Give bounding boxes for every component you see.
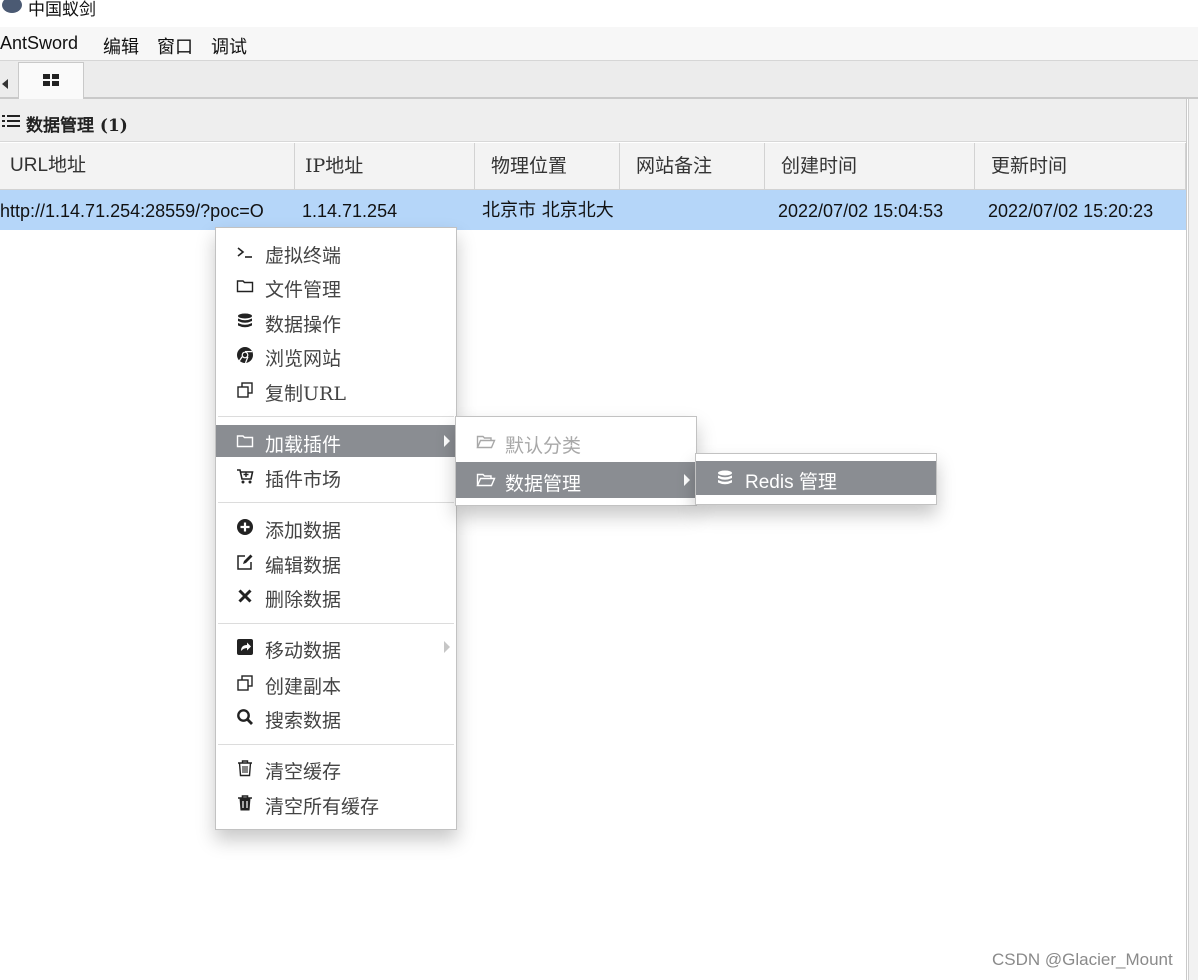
plus-circle-icon — [236, 518, 254, 536]
chrome-icon — [236, 346, 254, 364]
submenu-arrow-icon — [444, 435, 450, 447]
menu-debug[interactable]: 调试 — [211, 33, 247, 59]
menu-item-file-manager[interactable]: 文件管理 — [216, 270, 456, 302]
database-icon — [236, 312, 254, 330]
column-header-location[interactable]: 物理位置 — [475, 143, 620, 189]
menu-item-label: 虚拟终端 — [265, 245, 342, 267]
column-header-note[interactable]: 网站备注 — [620, 143, 765, 189]
cell-ip: 1.14.71.254 — [302, 201, 398, 221]
window-title: 中国蚁剑 — [28, 0, 96, 19]
menu-item-label: 复制URL — [265, 383, 346, 405]
cell-url: http://1.14.71.254:28559/?poc=O — [0, 201, 264, 221]
menu-separator — [218, 502, 454, 503]
copy-icon — [236, 674, 254, 692]
table-header: URL地址 IP地址 物理位置 网站备注 创建时间 更新时间 — [0, 143, 1186, 190]
menu-separator — [218, 623, 454, 624]
share-icon — [236, 638, 254, 656]
close-icon — [236, 587, 254, 605]
menu-item-label: 加载插件 — [265, 434, 342, 456]
menu-item-label: 删除数据 — [265, 589, 342, 611]
menu-item-terminal[interactable]: 虚拟终端 — [216, 236, 456, 268]
column-header-updated[interactable]: 更新时间 — [975, 143, 1186, 189]
tab-home[interactable] — [18, 62, 84, 99]
menu-item-label: 文件管理 — [265, 279, 342, 301]
menu-antsword[interactable]: AntSword — [0, 33, 78, 54]
tab-scroll-left-icon[interactable] — [2, 79, 8, 89]
menu-item-create-copy[interactable]: 创建副本 — [216, 667, 456, 699]
list-icon — [2, 115, 20, 129]
menu-item-clear-all-cache[interactable]: 清空所有缓存 — [216, 787, 456, 819]
panel-header: 数据管理 (1) — [0, 99, 1186, 142]
menu-separator — [218, 744, 454, 745]
submenu-item-data-management[interactable]: 数据管理 — [456, 462, 696, 498]
plugin-submenu: 默认分类 数据管理 — [455, 416, 697, 506]
cell-created: 2022/07/02 15:04:53 — [778, 201, 944, 221]
cell-updated: 2022/07/02 15:20:23 — [988, 201, 1154, 221]
menu-item-load-plugin[interactable]: 加载插件 — [216, 425, 456, 457]
menu-item-label: 浏览网站 — [265, 348, 342, 370]
cell-location: 北京市 北京北大 — [482, 200, 614, 221]
menu-item-label: 数据管理 — [505, 473, 582, 495]
data-management-panel: 数据管理 (1) URL地址 IP地址 物理位置 网站备注 创建时间 更新时间 … — [0, 99, 1187, 980]
menu-item-browse-site[interactable]: 浏览网站 — [216, 339, 456, 371]
folder-icon — [236, 432, 254, 450]
menu-separator — [218, 416, 454, 417]
vertical-scrollbar[interactable] — [1188, 99, 1198, 980]
trash-icon — [236, 794, 254, 812]
menu-item-label: 添加数据 — [265, 520, 342, 542]
data-management-submenu: Redis 管理 — [695, 453, 937, 505]
menu-item-move-data[interactable]: 移动数据 — [216, 631, 456, 663]
menu-item-search-data[interactable]: 搜索数据 — [216, 701, 456, 733]
menu-item-label: 清空所有缓存 — [265, 796, 380, 818]
menu-bar: AntSword 编辑 窗口 调试 — [0, 27, 1198, 61]
menu-item-database[interactable]: 数据操作 — [216, 305, 456, 337]
antsword-logo-icon — [2, 0, 22, 13]
menu-item-clear-cache[interactable]: 清空缓存 — [216, 752, 456, 784]
submenu-arrow-icon — [684, 474, 690, 486]
menu-item-label: 搜索数据 — [265, 710, 342, 732]
column-header-created[interactable]: 创建时间 — [765, 143, 975, 189]
cell-note — [628, 190, 763, 230]
menu-item-label: 插件市场 — [265, 469, 342, 491]
table-row[interactable]: http://1.14.71.254:28559/?poc=O 1.14.71.… — [0, 190, 1186, 230]
folder-open-icon — [476, 433, 496, 451]
menu-item-add-data[interactable]: 添加数据 — [216, 511, 456, 543]
submenu-arrow-icon — [444, 641, 450, 653]
submenu-item-default-category[interactable]: 默认分类 — [456, 426, 696, 458]
copy-icon — [236, 381, 254, 399]
tab-bar — [0, 61, 1198, 99]
context-menu: 虚拟终端 文件管理 数据操作 浏览网站 复制URL 加载插件 插件市场 添加数据… — [215, 227, 457, 830]
menu-edit[interactable]: 编辑 — [103, 33, 139, 59]
cart-icon — [236, 467, 254, 485]
menu-item-label: 数据操作 — [265, 314, 342, 336]
menu-item-plugin-market[interactable]: 插件市场 — [216, 460, 456, 492]
grid-icon — [43, 74, 59, 86]
watermark: CSDN @Glacier_Mount — [992, 950, 1173, 969]
terminal-icon — [236, 243, 254, 261]
menu-item-label: Redis 管理 — [745, 472, 837, 493]
panel-title: 数据管理 (1) — [26, 116, 128, 136]
column-header-url[interactable]: URL地址 — [0, 143, 295, 189]
menu-item-label: 编辑数据 — [265, 555, 342, 577]
edit-icon — [236, 553, 254, 571]
column-header-ip[interactable]: IP地址 — [295, 143, 475, 189]
menu-window[interactable]: 窗口 — [157, 33, 193, 59]
menu-item-label: 清空缓存 — [265, 761, 342, 783]
search-icon — [236, 708, 254, 726]
menu-item-label: 默认分类 — [505, 435, 582, 457]
menu-item-copy-url[interactable]: 复制URL — [216, 374, 456, 406]
folder-open-icon — [476, 471, 496, 489]
menu-item-edit-data[interactable]: 编辑数据 — [216, 546, 456, 578]
menu-item-label: 移动数据 — [265, 640, 342, 662]
menu-item-label: 创建副本 — [265, 676, 342, 698]
menu-item-delete-data[interactable]: 删除数据 — [216, 580, 456, 612]
trash-outline-icon — [236, 759, 254, 777]
database-icon — [716, 469, 734, 487]
submenu-item-redis-manager[interactable]: Redis 管理 — [696, 461, 936, 495]
folder-icon — [236, 277, 254, 295]
title-bar: 中国蚁剑 — [0, 0, 1198, 27]
